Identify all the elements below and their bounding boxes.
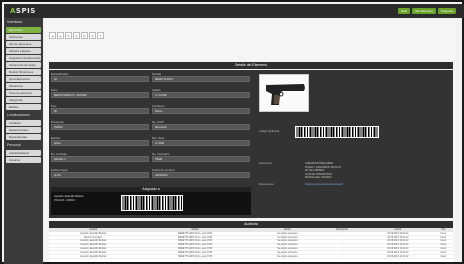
detail-field: Modelo BERETTA 92FS (152, 72, 250, 84)
document-link[interactable]: Factura y documentos del arma.pdf (305, 183, 343, 186)
assigned-box: Asignado a Gerardo Jaramillo Beltran POL… (51, 187, 251, 215)
barcode-label: Codigo de Barras (259, 130, 280, 133)
field-value[interactable]: BER07T00001273 - 02/13/08 (51, 92, 149, 98)
table-cell: Se asigno elemento (253, 254, 322, 260)
field-value[interactable]: 07-3052 (152, 140, 250, 146)
detail-field: Condicion Nuevo (152, 104, 250, 116)
sidebar-item-accesorios[interactable]: Accesorios (6, 34, 41, 40)
documents-label: Documentos (259, 183, 274, 186)
detail-field: Marca/Modelo 33 (51, 72, 149, 84)
sidebar-section-locations: Localizaciones (7, 113, 30, 117)
detail-field: No. CUIP Recepcion (152, 120, 250, 132)
audit-body: Gerardo Jaramillo Beltran BERETTA 92FS 9m… (49, 232, 453, 260)
detail-field: Fecha de Compra 18/03/2013 (152, 168, 250, 180)
field-value[interactable]: Activo (51, 140, 149, 146)
assigned-role: POLICIA - 000012 (54, 198, 76, 202)
sidebar-section-personnel: Personal (7, 143, 21, 147)
prev-button[interactable]: ◂ (49, 32, 56, 39)
detail-field: Tipo 30 (51, 104, 149, 116)
next-button[interactable]: ▸ (57, 32, 64, 39)
main-content: ◂ ▸ ✎ ⎙ ⎘ ✕? Detalle del Elemento Marca/Model… (45, 20, 457, 262)
question-button[interactable]: Pregunta (437, 8, 456, 14)
sidebar-item-otros-elementos[interactable]: Otros Elementos (6, 76, 41, 82)
accessory-item: MANUAL DEL USUARIO (305, 176, 332, 180)
app-logo[interactable]: ASPIS (10, 7, 36, 15)
header-buttons: Salir Mis Reportes Pregunta (398, 8, 456, 14)
field-value[interactable]: 9 x 19 MM (152, 92, 250, 98)
element-photo[interactable] (259, 74, 309, 112)
sidebar-item-elementos[interactable]: Elementos (6, 27, 41, 33)
sidebar-item-armamento-de-cargo[interactable]: Armamento de Cargo (6, 62, 41, 68)
detail-field: No. Inventario PSSM (152, 152, 250, 164)
sidebar-item-usuarios[interactable]: Usuarios (6, 157, 41, 163)
sidebar-item-modulo-municiones[interactable]: Modulo Municiones (6, 69, 41, 75)
sidebar-item-armeria-y-equipo[interactable]: Armeria y Equipo (6, 48, 41, 54)
sidebar-item-departamentos[interactable]: Departamentos (6, 127, 41, 133)
sidebar-location-list: Unidades Departamentos Dependencias (4, 120, 43, 140)
sidebar-item-almacenes[interactable]: Almacenes (6, 83, 41, 89)
toolbar: ◂ ▸ ✎ ⎙ ⎘ ✕? (49, 32, 104, 40)
table-cell: - (321, 254, 363, 260)
sidebar-item-asignacion-de-elementos[interactable]: Asignacion de Elementos (6, 55, 41, 61)
detail-field: Fecha Origen AUTA (51, 168, 149, 180)
delete-button[interactable]: ✕ (89, 32, 96, 39)
sidebar-personnel-list: Administradores Usuarios (4, 150, 43, 163)
sidebar-item-kits-de-elementos[interactable]: Kits de elementos (6, 41, 41, 47)
top-bar: ASPIS Salir Mis Reportes Pregunta (4, 4, 464, 18)
sidebar-item-categorias[interactable]: Categorias (6, 97, 41, 103)
my-reports-button[interactable]: Mis Reportes (412, 8, 436, 14)
accessories-list: CARGADOR PARA ARMA FUNDA Y CARGADOR TACTI… (305, 162, 341, 180)
accessories-label: Accesorios (259, 162, 272, 165)
edit-button[interactable]: ✎ (65, 32, 72, 39)
detail-title: Detalle del Elemento (49, 62, 453, 69)
detail-panel: Marca/Modelo 33 Modelo BERETTA 92FS Serie BER… (49, 70, 453, 218)
pistol-icon (266, 84, 305, 105)
assigned-person[interactable]: Gerardo Jaramillo Beltran POLICIA - 0000… (54, 195, 84, 202)
sidebar-item-dependencias[interactable]: Dependencias (6, 134, 41, 140)
logo-text: SPIS (15, 7, 36, 15)
assigned-name: Gerardo Jaramillo Beltran (54, 195, 84, 198)
audit-title: Auditoria (49, 221, 453, 228)
sidebar-item-unidades[interactable]: Unidades (6, 120, 41, 126)
detail-field: No. Contrato SIN/APL-1 (51, 152, 149, 164)
detail-right-column: Codigo de Barras Accesorios CARGADOR PAR… (255, 72, 451, 216)
field-value[interactable]: Nuevo (152, 108, 250, 114)
assigned-barcode (121, 195, 183, 211)
audit-table-container: Usuario Modelo Accion Descripcion Fecha Tipo … (49, 228, 453, 262)
sidebar-inventory-list: Elementos Accesorios Kits de elementos Arme… (4, 27, 43, 110)
field-value[interactable]: PSSM (152, 156, 250, 162)
field-value[interactable]: 33 (51, 76, 149, 82)
field-value[interactable]: 18/03/2013 (152, 172, 250, 178)
copy-button[interactable]: ⎘ (81, 32, 88, 39)
detail-field: Proveedor TEMSA (51, 120, 149, 132)
print-button[interactable]: ⎙ (73, 32, 80, 39)
table-row[interactable]: Gerardo Jaramillo Beltran BERETTA 92FS 9m… (49, 254, 453, 260)
field-value[interactable]: AUTA (51, 172, 149, 178)
sidebar-item-tipos-de-elemento[interactable]: Tipos de elemento (6, 90, 41, 96)
sidebar: Inventario Elementos Accesorios Kits de el… (4, 18, 43, 264)
detail-field: Serie BER07T00001273 - 02/13/08 (51, 88, 149, 100)
app-window: ASPIS Salir Mis Reportes Pregunta Invent… (0, 0, 464, 264)
field-value[interactable]: Recepcion (152, 124, 250, 130)
sidebar-item-estatus[interactable]: Estatus (6, 104, 41, 110)
assigned-title: Asignado a (51, 187, 251, 192)
table-cell: 20.08.2013 10:22:12 (362, 254, 434, 260)
detail-field: Calibre 9 x 19 MM (152, 88, 250, 100)
help-button[interactable]: ? (97, 32, 104, 39)
field-value[interactable]: SIN/APL-1 (51, 156, 149, 162)
detail-fields: Marca/Modelo 33 Modelo BERETTA 92FS Serie BER… (51, 72, 251, 192)
logout-button[interactable]: Salir (398, 8, 411, 14)
table-cell: BERETTA 92FS 9mm, serie 8743 (137, 254, 254, 260)
field-value[interactable]: TEMSA (51, 124, 149, 130)
table-cell: Gerardo Jaramillo Beltran (49, 254, 138, 260)
table-cell: Insert (433, 254, 453, 260)
audit-table: Usuario Modelo Accion Descripcion Fecha Tipo … (49, 228, 453, 260)
field-value[interactable]: BERETTA 92FS (152, 76, 250, 82)
detail-field: Ref. Serie 07-3052 (152, 136, 250, 148)
sidebar-item-administradores[interactable]: Administradores (6, 150, 41, 156)
element-barcode (295, 126, 379, 138)
detail-field: Estatus Activo (51, 136, 149, 148)
sidebar-section-inventory: Inventario (7, 20, 23, 24)
field-value[interactable]: 30 (51, 108, 149, 114)
